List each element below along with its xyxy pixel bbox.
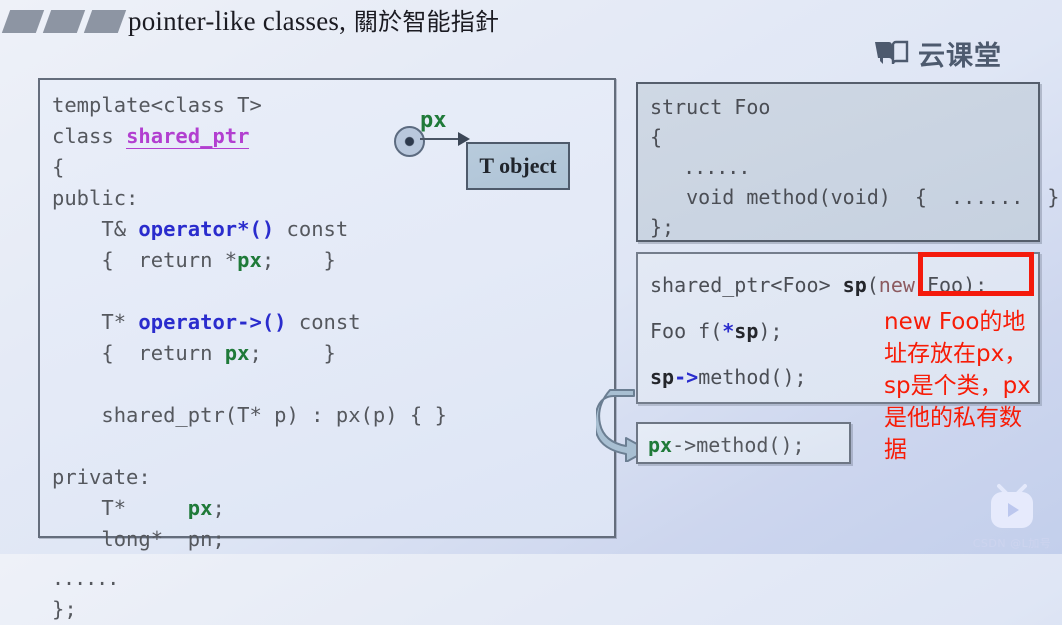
new-keyword-token: new [878,273,915,297]
t-object-box: T object [466,142,570,190]
red-annotation-note: new Foo的地 址存放在px， sp是个类，px 是他的私有数 据 [884,306,1062,466]
code-text: class [52,124,127,148]
operator-token: operator*() [138,217,275,241]
deref-star-token: * [722,319,735,343]
code-line: }; [52,597,77,621]
code-line: void method(void) { ...... } [650,185,1060,209]
decorative-parallelograms [1,10,127,34]
page-title-en: pointer-like classes, [128,6,347,36]
arrow-operator-token: -> [674,365,699,389]
px-pointer-label: px [420,108,447,133]
brand-text: 云课堂 [918,41,1002,72]
parallelogram-1 [1,10,45,33]
code-text: ); [758,319,783,343]
px-token: px [648,433,673,457]
px-method-code-box: px->method(); [636,422,851,464]
annotation-line: 是他的私有数 [884,405,1022,431]
code-line: private: [52,465,151,489]
px-token: px [237,248,262,272]
annotation-line: sp是个类，px [884,373,1031,399]
code-ellipsis-line: ...... [650,155,750,179]
page-title-cn: 關於智能指針 [346,8,500,36]
code-line: struct Foo [650,95,771,119]
code-line: shared_ptr(T* p) : px(p) { } [52,403,447,427]
tv-play-icon [981,478,1043,539]
watermark: CSDN @L加号 [966,478,1058,550]
code-line: { return px; } [52,338,614,369]
sp-token: sp [734,319,759,343]
code-line: }; [650,215,675,239]
code-text: ; [212,496,225,520]
code-text: { return * [52,248,238,272]
code-text: ( [866,273,879,297]
code-line: template<class T> [52,93,262,117]
code-text: ; } [261,248,336,272]
annotation-line: 址存放在px， [884,341,1028,367]
code-text: Foo f( [650,319,723,343]
sp-token: sp [842,273,867,297]
code-line: T* operator->() const [52,307,614,338]
code-text: ; } [249,341,336,365]
code-ellipsis-line: ...... [52,566,119,590]
code-line: long* pn; [52,527,225,551]
code-text: T* [52,496,188,520]
new-foo-highlight-box [918,252,1034,296]
pointer-dot-icon [394,126,425,157]
parallelogram-3 [83,10,127,33]
brand-logo: 云课堂 [873,34,1002,73]
parallelogram-2 [42,10,86,33]
code-line: px->method(); [648,428,849,462]
book-icon [873,39,909,69]
code-line: { [650,125,663,149]
annotation-line: new Foo的地 [884,309,1026,335]
code-text: method(); [696,433,805,457]
arrow-operator-token: -> [672,433,697,457]
code-text: T* [52,310,139,334]
page-title: pointer-like classes, 關於智能指針 [128,2,499,37]
code-text: method(); [698,365,807,389]
code-text: { return [52,341,225,365]
struct-foo-code-box: struct Foo { ...... void method(void) { … [636,82,1060,242]
annotation-line: 据 [884,437,907,463]
slide-root: pointer-like classes, 關於智能指針 云课堂 templat… [0,0,1062,621]
px-token: px [224,341,250,365]
operator-token: operator->() [138,310,287,334]
code-text: shared_ptr<Foo> [650,273,843,297]
code-line: T* px; [52,493,614,524]
code-line: { return *px; } [52,245,614,276]
code-text: const [274,217,349,241]
code-text: T& [52,217,139,241]
class-name-token: shared_ptr [126,124,250,149]
code-line: T& operator*() const [52,214,614,245]
px-token: px [187,496,213,520]
code-text: const [286,310,361,334]
watermark-text: CSDN @L加号 [972,537,1052,550]
